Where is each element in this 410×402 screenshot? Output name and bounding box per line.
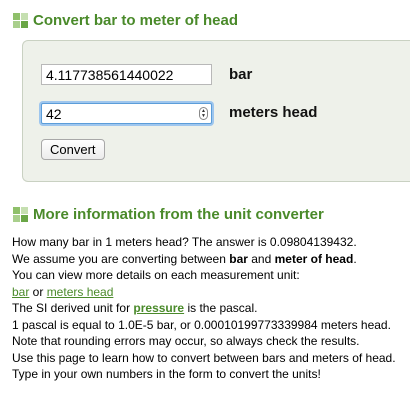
bar-unit-label: bar — [229, 66, 253, 83]
bar-value-input[interactable] — [41, 64, 212, 85]
pressure-link[interactable]: pressure — [133, 301, 184, 315]
si-unit-line: The SI derived unit for pressure is the … — [12, 301, 258, 315]
details-line: You can view more details on each measur… — [12, 268, 300, 282]
info-text-block: How many bar in 1 meters head? The answe… — [12, 234, 408, 383]
pascal-equivalence-line: 1 pascal is equal to 1.0E-5 bar, or 0.00… — [12, 317, 391, 332]
assumption-head-unit: meter of head — [274, 251, 354, 266]
grid-icon — [13, 13, 28, 28]
unit-links-line: bar or meters head — [12, 284, 114, 299]
usage-line: Use this page to learn how to convert be… — [12, 350, 396, 365]
assumption-bar-unit: bar — [229, 251, 248, 266]
meters-head-unit-label: meters head — [229, 104, 318, 121]
meters-head-value-input[interactable] — [41, 103, 212, 124]
info-section-title: More information from the unit converter — [13, 206, 324, 223]
instruction-line: Type in your own numbers in the form to … — [12, 367, 321, 381]
info-section-title-text: More information from the unit converter — [33, 206, 324, 223]
converter-form: bar ▲▼ meters head Convert — [22, 40, 410, 182]
grid-icon — [13, 207, 28, 222]
rounding-note-line: Note that rounding errors may occur, so … — [12, 334, 360, 348]
number-stepper-icon[interactable]: ▲ ▼ — [199, 107, 208, 120]
convert-button[interactable]: Convert — [41, 139, 105, 160]
answer-line: How many bar in 1 meters head? The answe… — [12, 235, 357, 249]
meters-head-unit-link[interactable]: meters head — [47, 285, 114, 299]
page-title: Convert bar to meter of head — [13, 12, 238, 29]
assumption-line: We assume you are converting between bar… — [12, 251, 357, 266]
bar-unit-link[interactable]: bar — [12, 285, 29, 299]
page-title-text: Convert bar to meter of head — [33, 12, 239, 29]
